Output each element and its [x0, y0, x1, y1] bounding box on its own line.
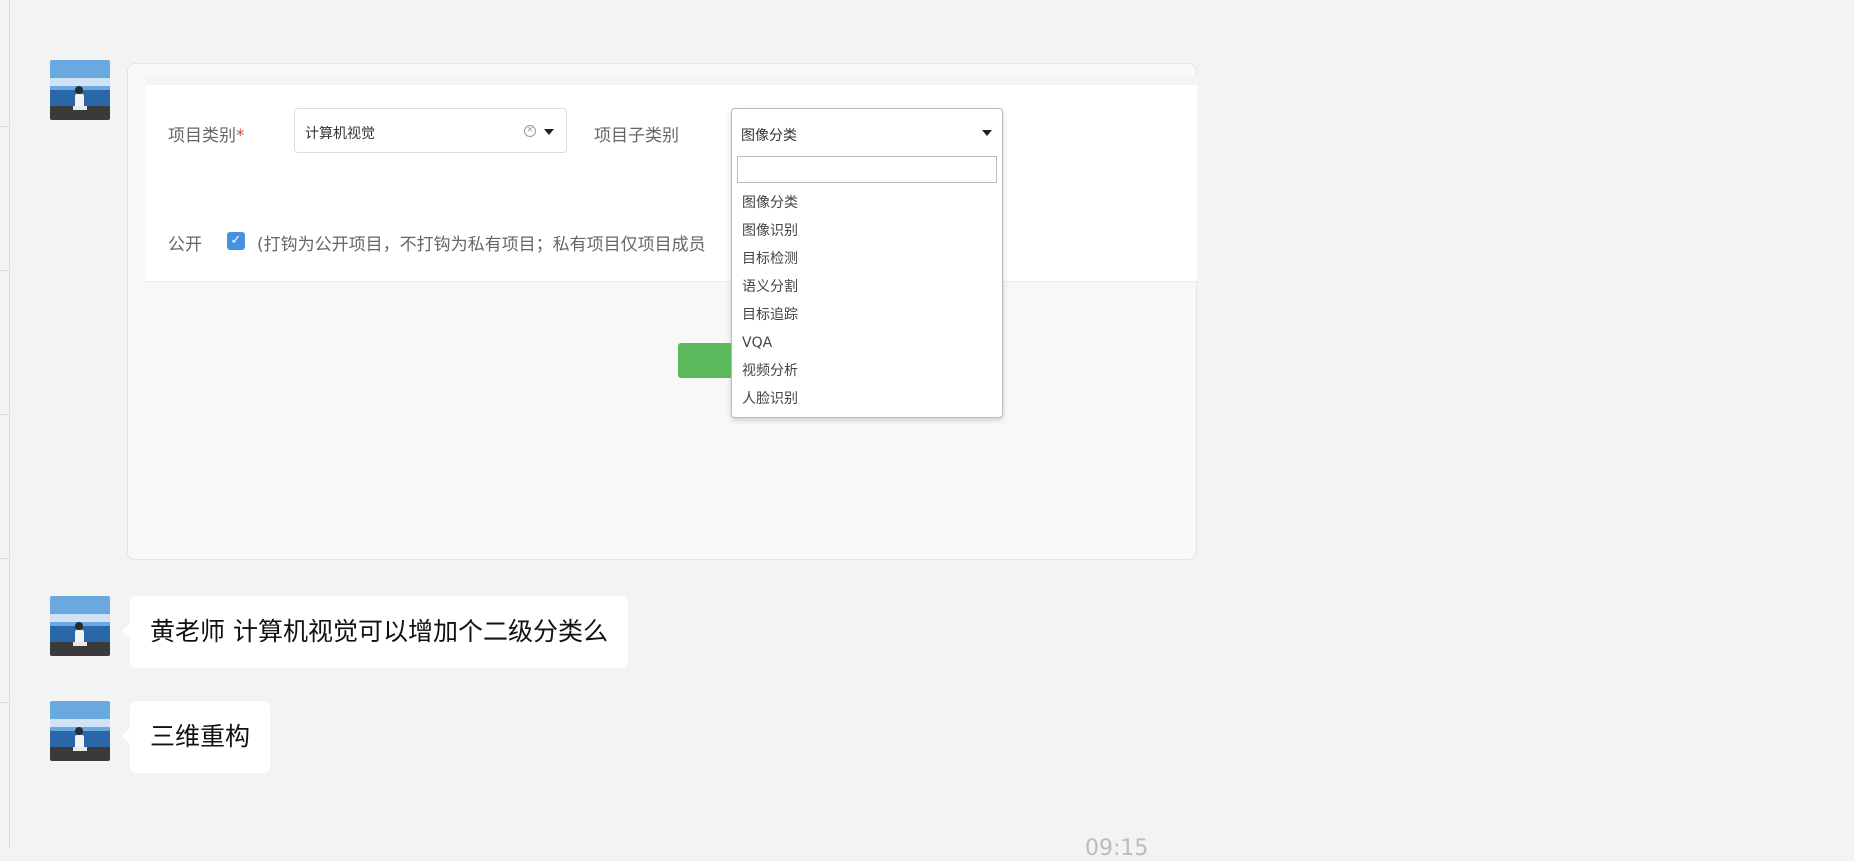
subcategory-label: 项目子类别	[594, 126, 679, 146]
dropdown-option[interactable]: 语义分割	[742, 277, 798, 297]
public-checkbox[interactable]: ✓	[227, 232, 245, 250]
category-select-value: 计算机视觉	[305, 126, 375, 142]
chat-message[interactable]: 三维重构	[121, 701, 271, 773]
sender-avatar[interactable]	[50, 60, 110, 120]
avatar-person-icon	[50, 701, 110, 761]
dropdown-option[interactable]: 图像识别	[742, 221, 798, 241]
dropdown-search-input[interactable]	[737, 156, 997, 183]
submit-button[interactable]	[678, 343, 731, 378]
required-mark: *	[236, 126, 245, 146]
subcategory-dropdown[interactable]: 图像分类 图像分类 图像识别 目标检测 语义分割 目标追踪 VQA 视频分析 人…	[731, 108, 1003, 418]
clear-circle-icon[interactable]: ×	[524, 125, 536, 137]
category-select[interactable]: 计算机视觉 ×	[294, 108, 567, 153]
dropdown-option[interactable]: 目标检测	[742, 249, 798, 269]
sender-avatar[interactable]	[50, 596, 110, 656]
dropdown-option[interactable]: VQA	[742, 333, 772, 353]
category-label-text: 项目类别	[168, 126, 236, 146]
category-label: 项目类别*	[168, 121, 245, 146]
checkbox-check-icon: ✓	[230, 233, 242, 248]
dropdown-option[interactable]: 图像分类	[742, 193, 798, 213]
rail-divider	[0, 270, 9, 271]
avatar-person-icon	[50, 596, 110, 656]
chat-message[interactable]: 黄老师 计算机视觉可以增加个二级分类么	[122, 596, 628, 668]
caret-down-icon[interactable]	[982, 130, 992, 136]
public-hint: (打钩为公开项目，不打钩为私有项目；私有项目仅项目成员	[257, 235, 706, 255]
message-timestamp: 09:15	[1085, 836, 1149, 861]
dropdown-option[interactable]: 人脸识别	[742, 389, 798, 409]
public-label: 公开	[168, 235, 202, 255]
caret-down-icon[interactable]	[544, 129, 554, 135]
sender-avatar[interactable]	[50, 701, 110, 761]
rail-divider	[0, 126, 9, 127]
rail-divider	[0, 702, 9, 703]
dropdown-option[interactable]: 目标追踪	[742, 305, 798, 325]
rail-divider	[0, 414, 9, 415]
form-top-bar	[146, 75, 1197, 85]
dropdown-option[interactable]: 视频分析	[742, 361, 798, 381]
left-rail	[0, 0, 10, 848]
rail-divider	[0, 558, 9, 559]
avatar-person-icon	[50, 60, 110, 120]
subcategory-select-value: 图像分类	[741, 128, 797, 144]
